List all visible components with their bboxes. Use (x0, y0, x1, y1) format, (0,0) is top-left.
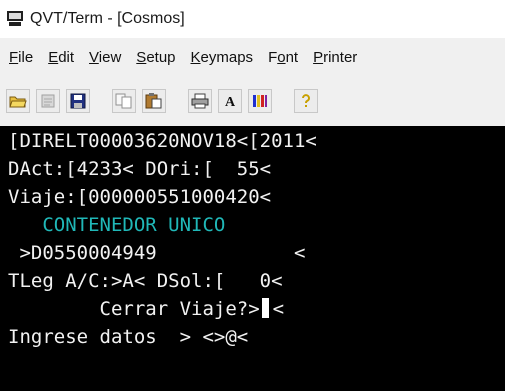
open-folder-icon[interactable] (6, 89, 30, 113)
paste-icon[interactable] (142, 89, 166, 113)
menu-setup[interactable]: Setup (136, 49, 175, 66)
terminal-prompt-end: < (272, 298, 285, 320)
terminal-line-6: TLeg A/C:>A< DSol:[ 0< (8, 270, 283, 292)
menu-edit[interactable]: Edit (48, 49, 74, 66)
terminal-line-8: Ingrese datos > <>@< (8, 326, 249, 348)
text-cursor (261, 298, 269, 318)
menu-keymaps[interactable]: Keymaps (191, 49, 254, 66)
help-icon[interactable] (294, 89, 318, 113)
title-bar: QVT/Term - [Cosmos] (0, 0, 505, 38)
print-icon[interactable] (188, 89, 212, 113)
terminal-line-2: DAct:[4233< DOri:[ 55< (8, 158, 272, 180)
menu-printer[interactable]: Printer (313, 49, 357, 66)
terminal-line-1: [DIRELT00003620NOV18<[2011< (8, 130, 317, 152)
terminal-line-7: Cerrar Viaje?> < (8, 296, 284, 322)
terminal-line-4-heading: CONTENEDOR UNICO (8, 214, 226, 236)
terminal-prompt-text: Cerrar Viaje?> (8, 298, 260, 320)
svg-text:A: A (225, 95, 236, 109)
copy-icon[interactable] (112, 89, 136, 113)
disabled-document-icon[interactable] (36, 89, 60, 113)
terminal-app-icon (7, 11, 25, 27)
terminal-line-3: Viaje:[000000551000420< (8, 186, 272, 208)
menu-bar: File Edit View Setup Keymaps Font Printe… (0, 38, 505, 76)
toolbar: A (0, 76, 505, 126)
save-disk-icon[interactable] (66, 89, 90, 113)
menu-font[interactable]: Font (268, 49, 298, 66)
terminal-screen[interactable]: [DIRELT00003620NOV18<[2011< DAct:[4233< … (0, 126, 505, 391)
menu-view[interactable]: View (89, 49, 121, 66)
window-title: QVT/Term - [Cosmos] (30, 10, 185, 27)
font-a-icon[interactable]: A (218, 89, 242, 113)
terminal-line-5: >D0550004949 < (8, 242, 306, 264)
color-bars-icon[interactable] (248, 89, 272, 113)
menu-file[interactable]: File (9, 49, 33, 66)
